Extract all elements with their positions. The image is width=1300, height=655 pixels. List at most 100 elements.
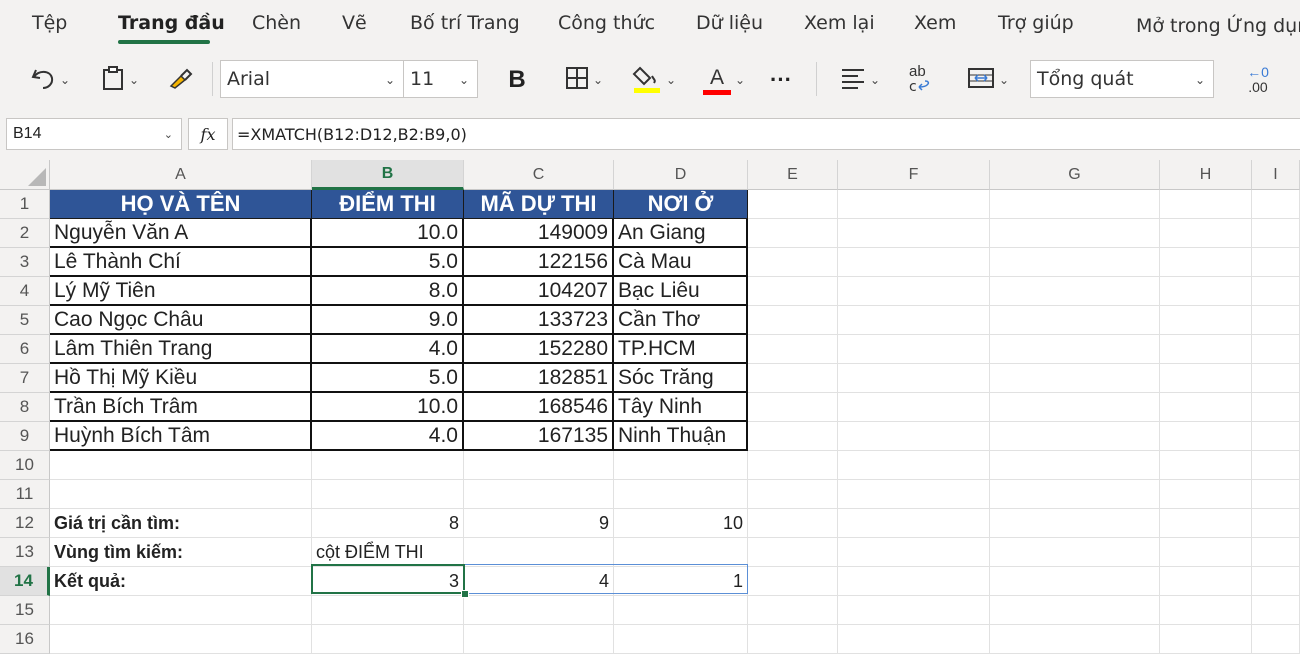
grid-cell[interactable] bbox=[990, 480, 1160, 509]
grid-cell[interactable] bbox=[990, 451, 1160, 480]
grid-cell[interactable] bbox=[1160, 625, 1252, 654]
grid-cell[interactable] bbox=[1252, 596, 1300, 625]
wrap-text-button[interactable]: ab c bbox=[902, 62, 942, 98]
grid-cell[interactable] bbox=[1160, 480, 1252, 509]
grid-cell[interactable] bbox=[990, 509, 1160, 538]
table-cell[interactable]: Sóc Trăng bbox=[614, 364, 748, 393]
column-header-d[interactable]: D bbox=[614, 160, 748, 190]
result-label-cell[interactable]: Kết quả: bbox=[50, 567, 312, 596]
grid-cell[interactable] bbox=[838, 509, 990, 538]
grid-cell[interactable] bbox=[1160, 596, 1252, 625]
grid-cell[interactable] bbox=[990, 219, 1160, 248]
bold-button[interactable]: B bbox=[498, 64, 536, 96]
grid-cell[interactable] bbox=[1252, 277, 1300, 306]
table-cell[interactable]: 149009 bbox=[464, 219, 614, 248]
grid-cell[interactable] bbox=[312, 625, 464, 654]
grid-cell[interactable] bbox=[50, 596, 312, 625]
table-cell[interactable]: 152280 bbox=[464, 335, 614, 364]
grid-cell[interactable] bbox=[1252, 480, 1300, 509]
grid-cell[interactable] bbox=[50, 451, 312, 480]
grid-cell[interactable] bbox=[1252, 248, 1300, 277]
table-header-cell[interactable]: HỌ VÀ TÊN bbox=[50, 190, 312, 219]
row-header-14[interactable]: 14 bbox=[0, 567, 50, 596]
grid-cell[interactable] bbox=[838, 567, 990, 596]
table-cell[interactable]: Nguyễn Văn A bbox=[50, 219, 312, 248]
table-cell[interactable]: Cao Ngọc Châu bbox=[50, 306, 312, 335]
table-cell[interactable]: Hồ Thị Mỹ Kiều bbox=[50, 364, 312, 393]
grid-cell[interactable] bbox=[990, 625, 1160, 654]
table-cell[interactable]: 10.0 bbox=[312, 219, 464, 248]
paste-button[interactable]: ⌄ bbox=[92, 64, 148, 96]
more-options-button[interactable]: ··· bbox=[764, 64, 798, 96]
grid-cell[interactable] bbox=[50, 625, 312, 654]
row-header-6[interactable]: 6 bbox=[0, 335, 50, 364]
table-header-cell[interactable]: NƠI Ở bbox=[614, 190, 748, 219]
grid-cell[interactable] bbox=[748, 335, 838, 364]
grid-cell[interactable] bbox=[464, 596, 614, 625]
table-cell[interactable]: 4.0 bbox=[312, 335, 464, 364]
grid-cell[interactable] bbox=[1160, 509, 1252, 538]
table-cell[interactable]: Cà Mau bbox=[614, 248, 748, 277]
table-cell[interactable]: 133723 bbox=[464, 306, 614, 335]
decrease-decimal-button[interactable]: ←0 .00 bbox=[1232, 62, 1284, 98]
grid-cell[interactable] bbox=[614, 538, 748, 567]
range-value-cell[interactable]: cột ĐIỂM THI bbox=[312, 538, 464, 567]
table-cell[interactable]: 10.0 bbox=[312, 393, 464, 422]
table-cell[interactable]: Lâm Thiên Trang bbox=[50, 335, 312, 364]
grid-cell[interactable] bbox=[990, 248, 1160, 277]
grid-cell[interactable] bbox=[748, 277, 838, 306]
fill-color-button[interactable]: ⌄ bbox=[626, 62, 682, 98]
grid-cell[interactable] bbox=[748, 219, 838, 248]
grid-cell[interactable] bbox=[1252, 364, 1300, 393]
grid-cell[interactable] bbox=[464, 451, 614, 480]
grid-cell[interactable] bbox=[748, 451, 838, 480]
grid-cell[interactable] bbox=[838, 190, 990, 219]
grid-cell[interactable] bbox=[990, 422, 1160, 451]
row-header-11[interactable]: 11 bbox=[0, 480, 50, 509]
grid-cell[interactable] bbox=[990, 190, 1160, 219]
grid-cell[interactable] bbox=[312, 596, 464, 625]
row-header-1[interactable]: 1 bbox=[0, 190, 50, 219]
grid-cell[interactable] bbox=[464, 625, 614, 654]
grid-cell[interactable] bbox=[990, 567, 1160, 596]
grid-cell[interactable] bbox=[990, 596, 1160, 625]
grid-cell[interactable] bbox=[614, 451, 748, 480]
table-cell[interactable]: 8.0 bbox=[312, 277, 464, 306]
table-cell[interactable]: 167135 bbox=[464, 422, 614, 451]
number-format-dropdown[interactable]: Tổng quát ⌄ bbox=[1030, 60, 1214, 98]
grid-cell[interactable] bbox=[748, 364, 838, 393]
grid-cell[interactable] bbox=[1160, 190, 1252, 219]
grid-cell[interactable] bbox=[838, 480, 990, 509]
font-size-dropdown[interactable]: 11 ⌄ bbox=[403, 60, 478, 98]
borders-button[interactable]: ⌄ bbox=[556, 64, 612, 96]
lookup-value-cell[interactable]: 9 bbox=[464, 509, 614, 538]
table-cell[interactable]: Cần Thơ bbox=[614, 306, 748, 335]
name-box[interactable]: B14 ⌄ bbox=[6, 118, 182, 150]
grid-cell[interactable] bbox=[1252, 451, 1300, 480]
row-header-2[interactable]: 2 bbox=[0, 219, 50, 248]
grid-cell[interactable] bbox=[1160, 306, 1252, 335]
fill-handle[interactable] bbox=[461, 590, 469, 598]
grid-cell[interactable] bbox=[748, 625, 838, 654]
grid-cell[interactable] bbox=[838, 219, 990, 248]
table-cell[interactable]: Lý Mỹ Tiên bbox=[50, 277, 312, 306]
grid-cell[interactable] bbox=[990, 277, 1160, 306]
grid-cell[interactable] bbox=[1252, 306, 1300, 335]
formula-input[interactable]: =XMATCH(B12:D12,B2:B9,0) bbox=[232, 118, 1300, 150]
grid-cell[interactable] bbox=[838, 248, 990, 277]
grid-cell[interactable] bbox=[1252, 335, 1300, 364]
grid-cell[interactable] bbox=[990, 306, 1160, 335]
tab-page-layout[interactable]: Bố trí Trang bbox=[410, 12, 520, 34]
column-header-i[interactable]: I bbox=[1252, 160, 1300, 190]
grid-cell[interactable] bbox=[748, 422, 838, 451]
tab-file[interactable]: Tệp bbox=[32, 12, 67, 34]
row-header-9[interactable]: 9 bbox=[0, 422, 50, 451]
grid-cell[interactable] bbox=[1252, 625, 1300, 654]
table-cell[interactable]: 5.0 bbox=[312, 364, 464, 393]
select-all-button[interactable] bbox=[0, 160, 50, 190]
column-header-g[interactable]: G bbox=[990, 160, 1160, 190]
grid-cell[interactable] bbox=[1252, 393, 1300, 422]
grid-cell[interactable] bbox=[464, 480, 614, 509]
open-in-app-button[interactable]: Mở trong Ứng dụng bbox=[1136, 15, 1300, 37]
grid-cell[interactable] bbox=[614, 480, 748, 509]
